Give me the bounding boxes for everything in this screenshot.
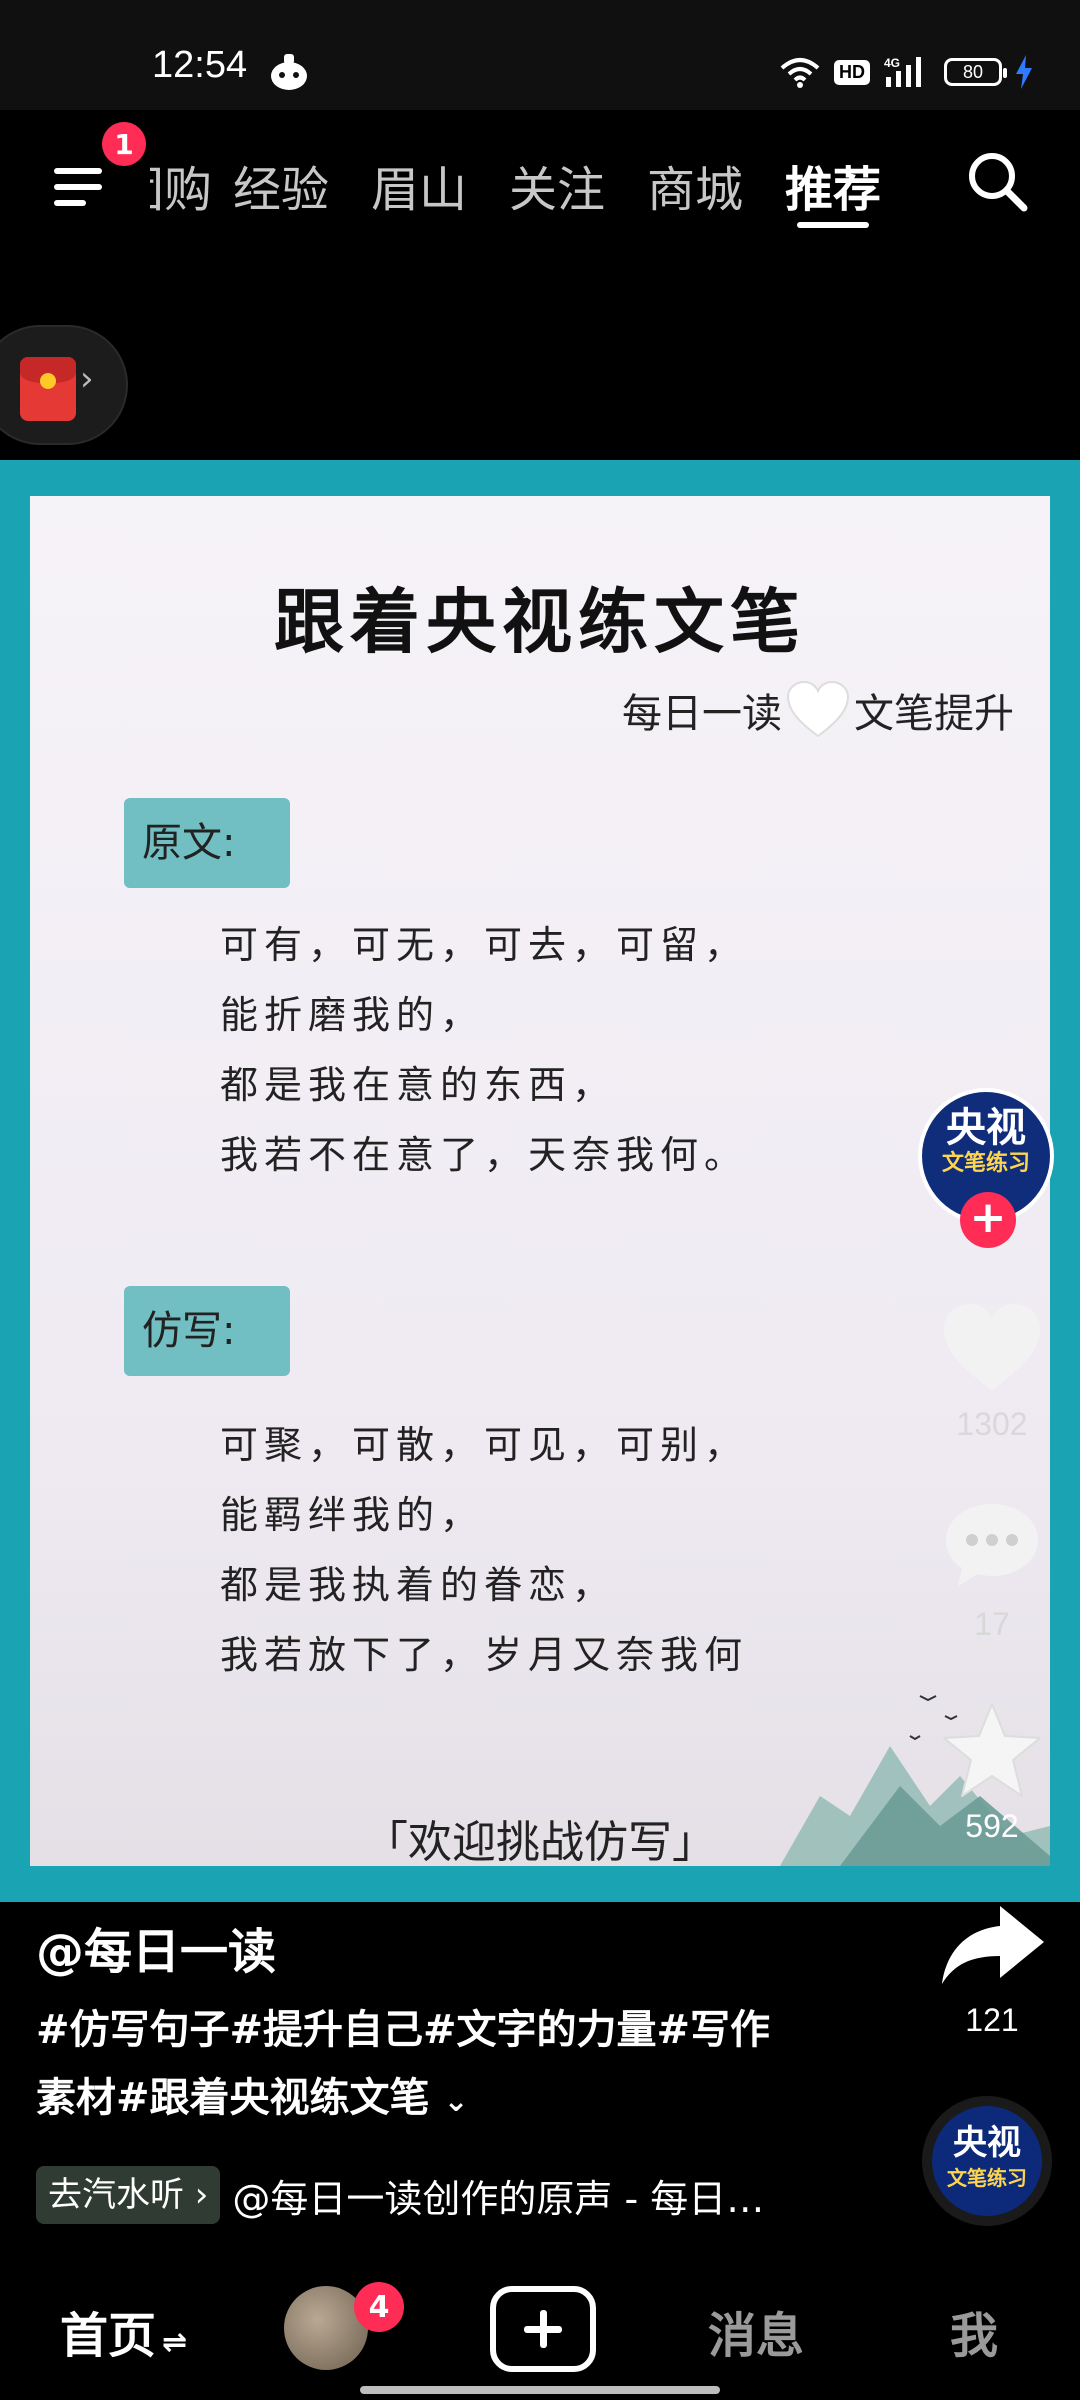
video-caption[interactable]: #仿写句子#提升自己#文字的力量#写作素材#跟着央视练文笔 ⌄: [36, 1996, 796, 2136]
poem-line: 能羁绊我的，: [220, 1493, 485, 1537]
hd-badge: HD: [834, 59, 870, 85]
tab-group-buy[interactable]: 团购: [150, 150, 212, 220]
poem-line: 我若放下了，岁月又奈我何: [220, 1633, 749, 1677]
share-count: 121: [965, 2002, 1019, 2038]
nav-tabs: 团购 经验 眉山 关注 商城 推荐: [150, 150, 902, 228]
original-poem: 可有，可无，可去，可留， 能折磨我的， 都是我在意的东西， 我若不在意了，天奈我…: [220, 910, 748, 1190]
like-count: 1302: [956, 1406, 1028, 1442]
caption-text: #仿写句子#提升自己#文字的力量#写作素材#跟着央视练文笔: [36, 2007, 771, 2121]
tab-home[interactable]: 首页 ⇌: [60, 2296, 187, 2366]
chevron-right-icon: ›: [80, 359, 94, 399]
home-indicator[interactable]: [360, 2386, 720, 2394]
imitation-label: 仿写:: [124, 1286, 290, 1376]
status-icons: HD 4G 80: [780, 52, 1032, 92]
imitation-poem: 可聚，可散，可见，可别， 能羁绊我的， 都是我执着的眷恋， 我若放下了，岁月又奈…: [220, 1410, 748, 1690]
share-icon[interactable]: [938, 1902, 1048, 1988]
music-row[interactable]: 去汽水听 › @每日一读创作的原声 - 每日…: [36, 2164, 764, 2226]
red-packet-button[interactable]: ›: [0, 325, 128, 445]
tab-home-label: 首页: [60, 2308, 157, 2364]
white-heart-icon: [786, 680, 850, 738]
tab-experience[interactable]: 经验: [212, 150, 350, 220]
subtitle-left: 每日一读: [622, 691, 782, 737]
music-chip[interactable]: 去汽水听 ›: [36, 2166, 221, 2224]
author-name[interactable]: @每日一读: [36, 1912, 276, 1982]
music-text[interactable]: @每日一读创作的原声 - 每日…: [232, 2168, 764, 2223]
battery-icon: 80: [944, 58, 1007, 86]
tab-messages[interactable]: 消息: [708, 2296, 804, 2366]
mascot-icon: [271, 54, 307, 90]
comment-icon[interactable]: [942, 1500, 1042, 1590]
status-bar: 12:54 HD 4G 80: [0, 0, 1080, 110]
video-poster: 跟着央视练文笔 每日一读 文笔提升 原文: 可有，可无，可去，可留， 能折磨我的…: [30, 496, 1050, 1868]
poster-footer: 「欢迎挑战仿写」: [364, 1817, 716, 1868]
heart-icon[interactable]: [940, 1300, 1044, 1396]
red-packet-icon: [20, 357, 76, 421]
poem-line: 都是我执着的眷恋，: [220, 1563, 617, 1607]
music-disc[interactable]: 央视 文笔练习: [922, 2096, 1052, 2226]
poster-subtitle: 每日一读 文笔提升: [622, 680, 1014, 740]
poem-line: 能折磨我的，: [220, 993, 485, 1037]
subtitle-right: 文笔提升: [854, 691, 1014, 737]
poem-line: 可聚，可散，可见，可别，: [220, 1423, 749, 1467]
wifi-icon: [780, 58, 820, 88]
creator-avatar-line2: 文笔练习: [941, 1151, 1030, 1176]
top-nav: 团购 经验 眉山 关注 商城 推荐: [0, 110, 1080, 250]
star-icon[interactable]: [940, 1700, 1044, 1800]
comment-count: 17: [974, 1606, 1010, 1642]
poster-title: 跟着央视练文笔: [274, 580, 806, 663]
switch-icon: ⇌: [162, 2325, 188, 2360]
tab-meishan[interactable]: 眉山: [350, 150, 488, 220]
disc-line2: 文笔练习: [947, 2166, 1027, 2190]
signal-icon: 4G: [884, 56, 921, 87]
status-time: 12:54: [152, 44, 248, 86]
disc-line1: 央视: [953, 2123, 1021, 2163]
tab-me[interactable]: 我: [950, 2296, 998, 2366]
original-label: 原文:: [124, 798, 290, 888]
creator-avatar-line1: 央视: [946, 1105, 1026, 1151]
poem-line: 都是我在意的东西，: [220, 1063, 617, 1107]
tab-recommend[interactable]: 推荐: [764, 150, 902, 228]
search-icon[interactable]: [962, 146, 1032, 216]
poem-line: 我若不在意了，天奈我何。: [220, 1133, 749, 1177]
plus-icon[interactable]: [490, 2286, 596, 2372]
friends-badge: 4: [354, 2282, 404, 2332]
tab-following[interactable]: 关注: [488, 150, 626, 220]
svg-text:4G: 4G: [884, 56, 900, 70]
bottom-nav: 首页 ⇌ 4 消息 我: [0, 2256, 1080, 2400]
menu-icon[interactable]: [50, 152, 120, 222]
favorite-count: 592: [965, 1808, 1019, 1844]
expand-chevron-icon[interactable]: ⌄: [444, 2084, 469, 2119]
tab-mall[interactable]: 商城: [626, 150, 764, 220]
menu-notification-badge: 1: [102, 122, 146, 166]
poem-line: 可有，可无，可去，可留，: [220, 923, 749, 967]
follow-button[interactable]: +: [960, 1192, 1016, 1248]
charging-icon: [1016, 55, 1032, 89]
